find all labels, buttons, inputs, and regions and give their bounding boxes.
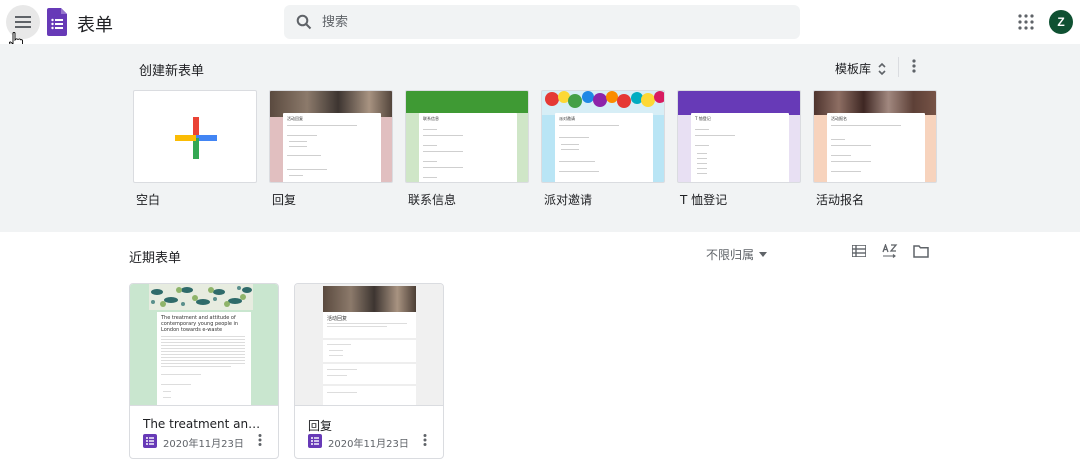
form-date: 2020年11月23日 — [328, 439, 409, 450]
template-label: 回复 — [272, 193, 297, 207]
balloons-image — [542, 91, 664, 115]
template-label: 空白 — [136, 193, 161, 207]
owner-filter-label: 不限归属 — [706, 248, 755, 262]
google-apps-icon[interactable] — [1018, 14, 1034, 30]
template-label: 派对邀请 — [544, 193, 593, 207]
list-view-icon[interactable] — [852, 245, 866, 257]
form-thumbnail: 活动回复 — [295, 284, 443, 406]
form-header-image — [323, 286, 416, 312]
template-form-title: 联系信息 — [423, 116, 439, 121]
forms-logo-icon[interactable] — [47, 8, 67, 36]
template-form-preview: T 恤登记 — [691, 113, 789, 182]
forms-icon — [143, 434, 157, 448]
form-title: The treatment and attitud... — [143, 417, 265, 431]
search-icon[interactable] — [296, 14, 312, 30]
account-avatar[interactable]: Z — [1049, 10, 1073, 34]
template-image — [406, 91, 528, 113]
recent-forms-heading: 近期表单 — [129, 251, 182, 266]
template-label: 活动报名 — [816, 193, 865, 207]
form-preview-title: The treatment and attitude of contempora… — [161, 315, 239, 333]
template-label: T 恤登记 — [680, 193, 728, 207]
template-rsvp-card[interactable]: 活动回复 — [269, 90, 393, 183]
search-box[interactable] — [284, 5, 800, 39]
forms-icon — [308, 434, 322, 448]
unfold-icon — [878, 62, 886, 75]
template-form-preview: 联系信息 — [419, 113, 517, 182]
template-form-preview: 活动回复 — [283, 113, 381, 182]
owner-filter-dropdown[interactable]: 不限归属 — [706, 246, 768, 263]
top-bar: 表单 Z — [0, 0, 1080, 44]
folder-icon[interactable] — [913, 245, 929, 258]
sort-az-icon[interactable] — [882, 244, 898, 258]
template-tshirt-card[interactable]: T 恤登记 — [677, 90, 801, 183]
template-party-card[interactable]: 派对邀请 — [541, 90, 665, 183]
template-gallery-button[interactable]: 模板库 — [835, 60, 887, 77]
template-blank-card[interactable] — [133, 90, 257, 183]
more-vert-icon[interactable] — [256, 433, 264, 447]
form-preview-page: 活动回复 — [323, 312, 416, 405]
template-image — [814, 91, 936, 115]
recent-form-card[interactable]: The treatment and attitude of contempora… — [129, 283, 279, 459]
template-contact-card[interactable]: 联系信息 — [405, 90, 529, 183]
search-input[interactable] — [322, 5, 782, 39]
form-title: 回复 — [308, 419, 333, 433]
template-gallery-label: 模板库 — [835, 62, 872, 76]
template-header-band — [678, 91, 800, 115]
template-form-title: T 恤登记 — [695, 116, 711, 121]
app-title: 表单 — [77, 15, 113, 36]
recent-form-card[interactable]: 活动回复 回复 2020年11月23日 — [294, 283, 444, 459]
template-form-preview: 活动报名 — [827, 113, 925, 182]
template-form-title: 派对邀请 — [559, 116, 575, 121]
template-form-title: 活动回复 — [287, 116, 303, 121]
template-form-preview: 派对邀请 — [555, 113, 653, 182]
floral-header-image — [149, 284, 253, 310]
form-thumbnail: The treatment and attitude of contempora… — [130, 284, 278, 406]
hamburger-icon — [15, 16, 31, 28]
template-label: 联系信息 — [408, 193, 457, 207]
template-section-heading: 创建新表单 — [139, 64, 205, 79]
template-section: 创建新表单 模板库 空白 活动回复 回复 联系信息 联系信息 派对邀请 派对邀请… — [0, 44, 1080, 232]
template-form-title: 活动报名 — [831, 116, 847, 121]
form-preview-title: 活动回复 — [327, 316, 348, 322]
more-vert-icon[interactable] — [909, 58, 919, 74]
divider — [898, 57, 899, 77]
form-date: 2020年11月23日 — [163, 439, 244, 450]
more-vert-icon[interactable] — [421, 433, 429, 447]
dropdown-arrow-icon — [759, 252, 768, 257]
form-preview-page: The treatment and attitude of contempora… — [157, 312, 251, 405]
plus-icon — [175, 117, 217, 159]
template-event-registration-card[interactable]: 活动报名 — [813, 90, 937, 183]
